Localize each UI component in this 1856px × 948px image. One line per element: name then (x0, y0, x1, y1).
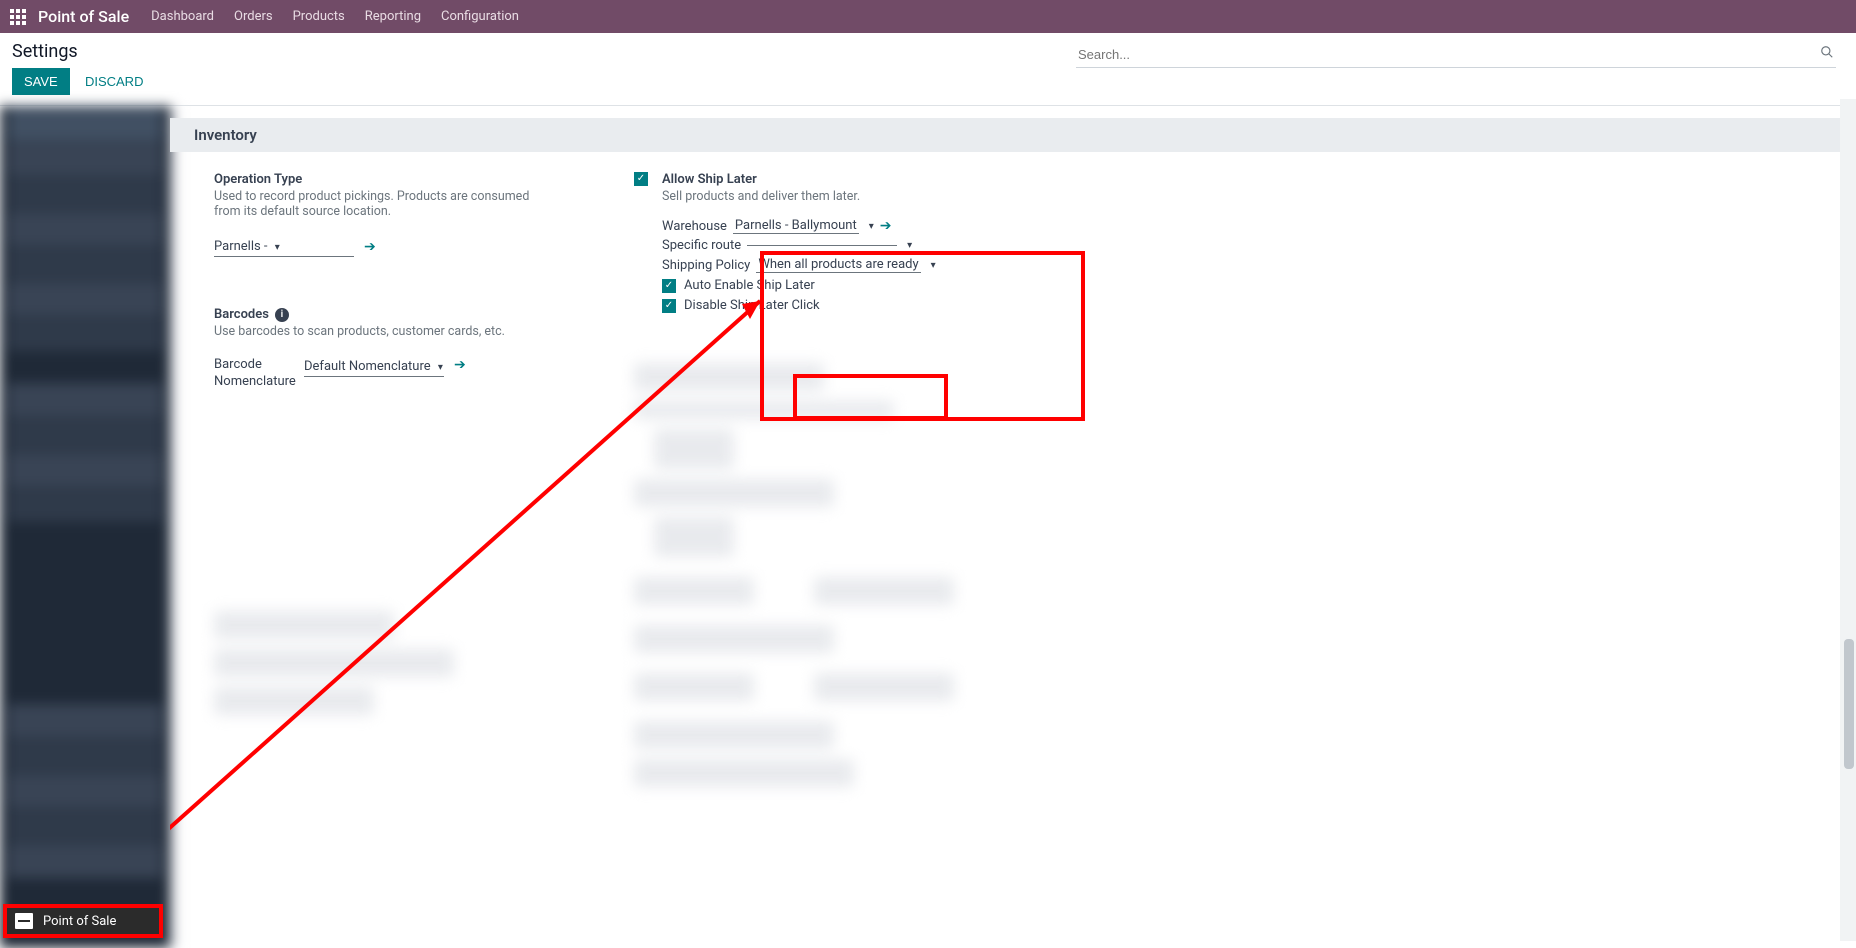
search-box[interactable] (1076, 41, 1836, 68)
allow-ship-later-title: Allow Ship Later (662, 172, 1014, 187)
settings-main: Inventory Operation Type Used to record … (170, 106, 1856, 948)
blurred-setting-left (214, 611, 594, 715)
search-input[interactable] (1078, 47, 1820, 62)
barcode-nomenclature-select[interactable]: Default Nomenclature ▾ (304, 357, 444, 377)
disable-ship-later-click-checkbox[interactable]: ✓ (662, 299, 676, 313)
barcode-nomenclature-link-icon[interactable]: ➔ (454, 357, 466, 373)
control-panel: Settings SAVE DISCARD (0, 33, 1856, 106)
operation-type-title: Operation Type (214, 172, 594, 187)
operation-type-value: Parnells - (214, 239, 271, 254)
app-title[interactable]: Point of Sale (38, 7, 129, 26)
shipping-policy-select[interactable]: When all products are ready (756, 257, 920, 273)
blurred-setting-right (634, 363, 1014, 787)
auto-enable-ship-later-label: Auto Enable Ship Later (684, 278, 815, 293)
specific-route-label: Specific route (662, 238, 741, 253)
shipping-policy-value: When all products are ready (758, 257, 918, 272)
navbar-overflow (1540, 0, 1856, 33)
chevron-down-icon: ▾ (438, 362, 443, 373)
nav-reporting[interactable]: Reporting (365, 9, 421, 24)
nav-configuration[interactable]: Configuration (441, 9, 519, 24)
scrollbar-track[interactable] (1840, 99, 1856, 941)
barcodes-title: Barcodes (214, 307, 269, 322)
specific-route-select[interactable] (747, 245, 897, 246)
setting-barcodes: Barcodes i Use barcodes to scan products… (214, 307, 594, 391)
shipping-policy-label: Shipping Policy (662, 258, 750, 273)
allow-ship-later-checkbox[interactable]: ✓ (634, 172, 648, 186)
search-icon[interactable] (1820, 45, 1834, 63)
chevron-down-icon[interactable]: ▾ (931, 260, 936, 271)
section-inventory: Inventory (170, 118, 1856, 152)
taskbar-item-pos[interactable]: Point of Sale (3, 904, 163, 938)
discard-button[interactable]: DISCARD (73, 68, 156, 95)
nav-products[interactable]: Products (293, 9, 345, 24)
operation-type-external-link-icon[interactable]: ➔ (364, 239, 376, 255)
setting-operation-type: Operation Type Used to record product pi… (214, 172, 594, 257)
allow-ship-later-desc: Sell products and deliver them later. (662, 189, 1002, 204)
operation-type-select[interactable]: Parnells - ▾ (214, 237, 354, 257)
operation-type-desc: Used to record product pickings. Product… (214, 189, 554, 219)
page-title: Settings (12, 41, 928, 62)
warehouse-link-icon[interactable]: ➔ (880, 218, 892, 234)
chevron-down-icon[interactable]: ▾ (907, 240, 912, 251)
warehouse-value: Parnells - Ballymount (735, 218, 857, 233)
disable-ship-later-click-label: Disable Ship Later Click (684, 298, 820, 313)
nav-dashboard[interactable]: Dashboard (151, 9, 214, 24)
warehouse-select[interactable]: Parnells - Ballymount (733, 218, 859, 234)
setting-allow-ship-later: ✓ Allow Ship Later Sell products and del… (634, 172, 1014, 313)
pos-app-icon (15, 913, 33, 929)
nav-items: Dashboard Orders Products Reporting Conf… (151, 9, 519, 24)
taskbar-label: Point of Sale (43, 914, 116, 929)
barcodes-desc: Use barcodes to scan products, customer … (214, 324, 554, 339)
info-icon[interactable]: i (275, 308, 289, 322)
auto-enable-ship-later-checkbox[interactable]: ✓ (662, 279, 676, 293)
scrollbar-thumb[interactable] (1844, 639, 1854, 769)
barcode-nomenclature-label: Barcode Nomenclature (214, 357, 294, 391)
warehouse-label: Warehouse (662, 219, 727, 234)
barcode-nomenclature-value: Default Nomenclature (304, 359, 431, 374)
chevron-down-icon[interactable]: ▾ (869, 221, 874, 232)
chevron-down-icon: ▾ (275, 242, 280, 253)
save-button[interactable]: SAVE (12, 68, 70, 95)
left-sidebar-blurred (0, 106, 170, 948)
apps-icon[interactable] (10, 9, 26, 25)
nav-orders[interactable]: Orders (234, 9, 273, 24)
